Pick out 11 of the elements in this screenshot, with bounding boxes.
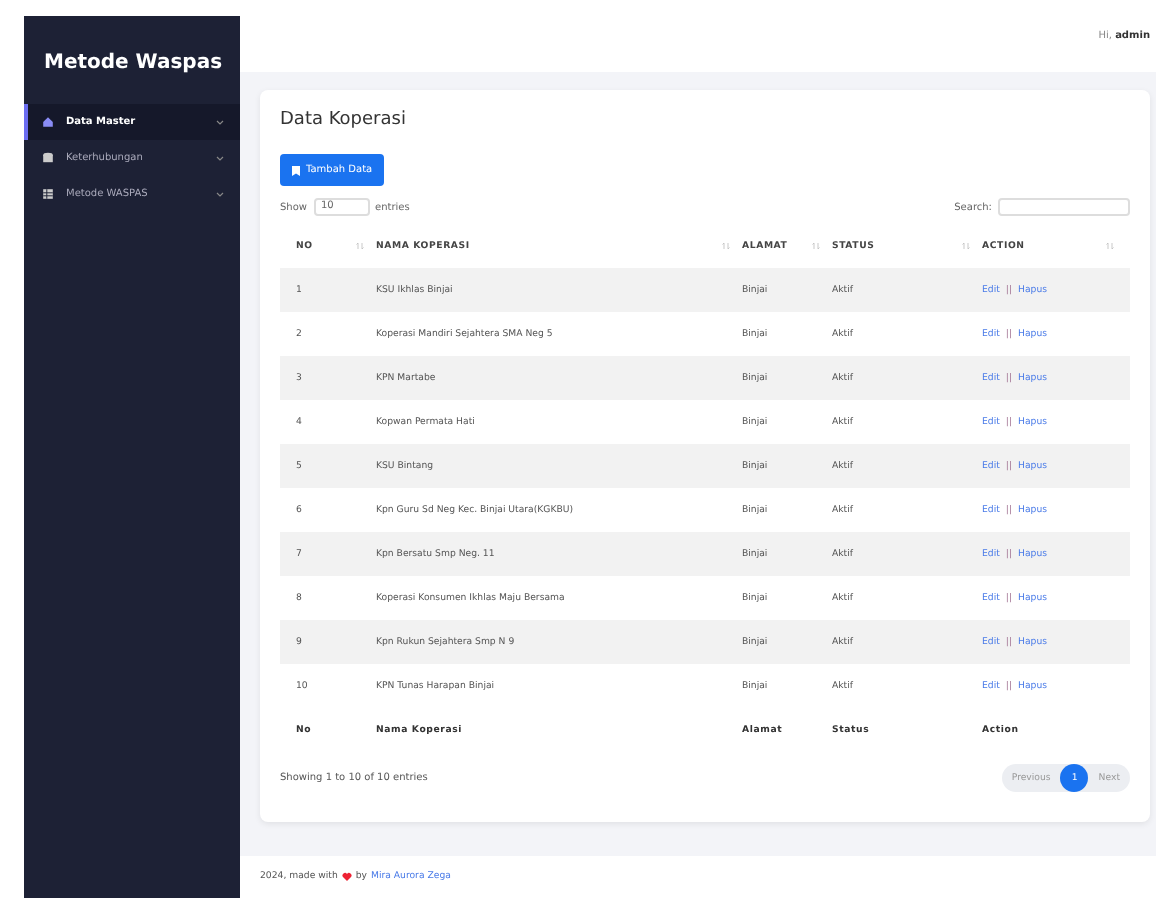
chevron-icon [216, 191, 224, 197]
table-icon [42, 188, 54, 200]
chevron-icon [216, 155, 224, 161]
card-title: Data Koperasi [280, 110, 408, 130]
bookmark-icon [292, 165, 300, 175]
database-icon [42, 152, 54, 164]
heart-icon [341, 872, 352, 882]
chevron-icon [216, 119, 224, 125]
home-icon [42, 116, 54, 128]
search-field[interactable] [998, 198, 1130, 216]
brand-title: Metode Waspas [44, 51, 223, 73]
